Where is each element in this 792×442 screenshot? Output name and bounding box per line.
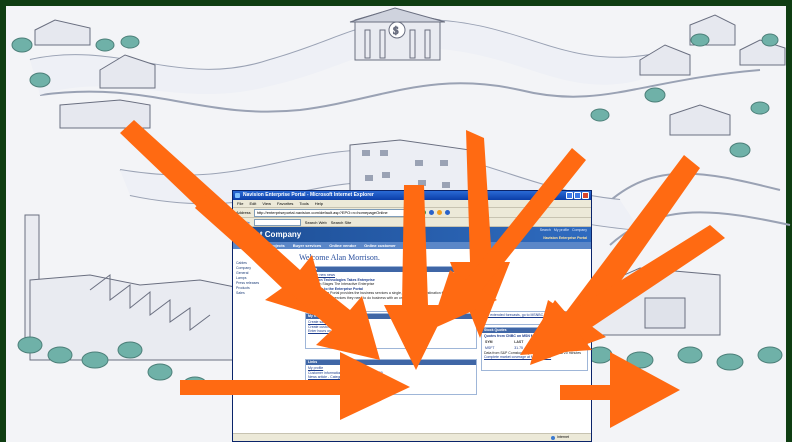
status-bar: Internet	[233, 433, 591, 441]
left-nav-sales[interactable]: Sales	[236, 291, 264, 296]
print-icon[interactable]	[444, 210, 450, 215]
task-link[interactable]: Enter hours on a project	[308, 329, 474, 334]
address-input[interactable]: http://enterpriseportal.navision.com/def…	[253, 208, 418, 217]
nav-online-customer[interactable]: Online customer	[364, 242, 396, 249]
nav-online-vendor[interactable]: Online vendor	[329, 242, 356, 249]
svg-text:$: $	[393, 25, 399, 37]
nav-buyer-services[interactable]: Buyer services	[293, 242, 321, 249]
browser-title-bar[interactable]: Navision Enterprise Portal - Microsoft I…	[233, 191, 591, 200]
search-site-button[interactable]: Search Site	[331, 220, 352, 225]
browser-window[interactable]: Navision Enterprise Portal - Microsoft I…	[232, 190, 592, 442]
company-name: Bright Company	[239, 230, 302, 239]
google-search-input[interactable]	[253, 218, 301, 226]
window-controls	[566, 192, 589, 199]
ie-logo-icon	[235, 193, 240, 198]
address-label: Address	[236, 210, 251, 215]
news-item-text: An Enterprise Portal provides the busine…	[308, 291, 458, 300]
nav-projects[interactable]: Projects	[269, 242, 285, 249]
security-zone: Internet	[551, 434, 569, 441]
search-link[interactable]: Search	[540, 228, 551, 232]
menu-help[interactable]: Help	[315, 200, 323, 207]
portal-top-links: Search My profile Company	[540, 228, 587, 232]
minimize-icon[interactable]	[566, 192, 573, 199]
left-navigation: Cables Company General Lamps Press relea…	[236, 261, 264, 296]
menu-tools[interactable]: Tools	[299, 200, 308, 207]
forecast-panel: For extended forecasts, go to MSNBC.com	[481, 311, 588, 325]
portal-body: Welcome Alan Morrison. Cables Company Ge…	[233, 249, 591, 429]
menu-edit[interactable]: Edit	[249, 200, 256, 207]
back-icon[interactable]	[428, 210, 434, 215]
welcome-heading: Welcome Alan Morrison.	[299, 253, 380, 262]
company-link[interactable]: Company	[572, 228, 587, 232]
menu-view[interactable]: View	[262, 200, 271, 207]
menu-favorites[interactable]: Favorites	[277, 200, 293, 207]
google-toolbar: Google Search Web Search Site	[233, 218, 591, 227]
forecast-link[interactable]: For extended forecasts, go to MSNBC.com	[484, 313, 585, 318]
browser-title: Navision Enterprise Portal - Microsoft I…	[243, 192, 374, 198]
market-coverage-link[interactable]: Complete market coverage at MSNBC.com	[484, 355, 585, 360]
google-label: Google	[236, 219, 250, 225]
maximize-icon[interactable]	[574, 192, 581, 199]
links-panel: Links My profile Customer information - …	[305, 359, 477, 395]
link-item[interactable]: News article - Category - Company	[308, 375, 474, 380]
close-icon[interactable]	[582, 192, 589, 199]
search-web-button[interactable]: Search Web	[305, 220, 327, 225]
stock-panel: Stock Quotes Quotes from CNBC on MSN Mon…	[481, 327, 588, 371]
menu-bar: File Edit View Favorites Tools Help	[233, 200, 591, 208]
go-icon[interactable]	[420, 210, 426, 215]
portal-header: Bright Company Search My profile Company…	[233, 227, 591, 242]
address-bar: Address http://enterpriseportal.navision…	[233, 208, 591, 218]
menu-file[interactable]: File	[237, 200, 243, 207]
zone-label: Internet	[557, 435, 569, 439]
portal-nav: Projects Buyer services Online vendor On…	[233, 242, 591, 249]
news-panel: News Create new news Navision Technologi…	[305, 266, 477, 312]
my-profile-link[interactable]: My profile	[554, 228, 569, 232]
portal-brand: Navision Enterprise Portal	[543, 236, 587, 240]
tasks-panel: My frequent Tasks Create sales order Cre…	[305, 313, 477, 349]
globe-icon	[551, 435, 556, 440]
stock-table: SYM LAST CHANGE MSFT 31.75 1.03	[484, 339, 585, 351]
favorites-icon[interactable]	[436, 210, 442, 215]
